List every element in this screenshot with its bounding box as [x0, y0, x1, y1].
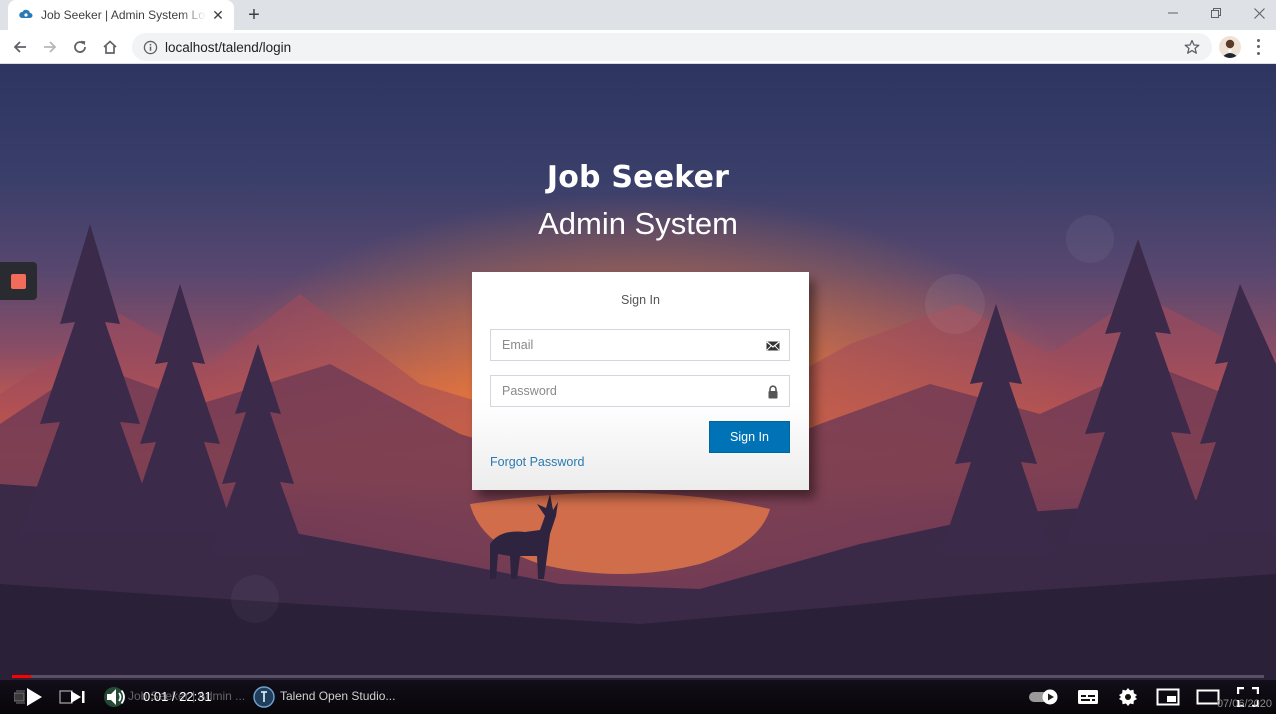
login-form: Sign In Sign In Forgot Password [472, 272, 809, 490]
restore-button[interactable] [1195, 0, 1237, 26]
login-page: Job Seeker Admin System Sign In Sign In … [0, 64, 1276, 714]
app-title: Job Seeker [546, 160, 730, 195]
avatar[interactable] [1219, 36, 1241, 58]
window-close-button[interactable] [1238, 0, 1276, 26]
app-subtitle: Admin System [538, 206, 738, 241]
window-close-icon [1253, 7, 1265, 19]
taskbar-date: 07/06/2020 [1216, 698, 1272, 710]
restore-icon [1211, 8, 1221, 18]
video-progress-bar[interactable] [12, 675, 1264, 678]
password-field[interactable] [491, 376, 789, 406]
play-icon [14, 688, 42, 706]
volume-button[interactable] [102, 686, 130, 708]
forward-button[interactable] [37, 34, 63, 60]
miniplayer-icon [1156, 688, 1180, 706]
tab-strip: Job Seeker | Admin System Log in ✕ + [0, 0, 1276, 30]
back-button[interactable] [7, 34, 33, 60]
minimize-icon [1168, 12, 1178, 14]
email-field[interactable] [491, 330, 789, 360]
gear-icon [1119, 688, 1137, 706]
password-field-wrapper [490, 375, 790, 407]
talend-app-icon [252, 686, 276, 708]
lock-icon [766, 385, 780, 399]
new-tab-button[interactable]: + [243, 4, 265, 26]
autoplay-toggle-icon [1029, 689, 1058, 705]
home-button[interactable] [97, 34, 123, 60]
info-icon[interactable] [142, 39, 158, 55]
reload-icon [74, 40, 86, 53]
arrow-right-icon [44, 41, 57, 53]
taskbar-item-browser[interactable]: Job Seeker | Admin ... [128, 689, 245, 703]
url-text: localhost/talend/login [165, 39, 292, 55]
cloud-favicon-icon [18, 7, 34, 23]
settings-button[interactable] [1116, 686, 1140, 708]
autoplay-toggle[interactable] [1028, 686, 1060, 708]
captions-icon [1078, 690, 1098, 704]
next-button[interactable] [58, 686, 88, 708]
minimize-button[interactable] [1152, 0, 1194, 26]
arrow-left-icon [13, 41, 26, 53]
kebab-menu-icon[interactable] [1252, 37, 1264, 57]
address-bar[interactable]: localhost/talend/login [132, 33, 1212, 61]
star-icon[interactable] [1184, 39, 1200, 55]
reload-button[interactable] [67, 34, 93, 60]
home-icon [103, 40, 117, 54]
form-heading: Sign In [621, 293, 660, 307]
video-progress-fill [12, 675, 31, 678]
forgot-password-link[interactable]: Forgot Password [490, 455, 584, 469]
record-stop-button[interactable] [0, 262, 37, 300]
taskbar-item-talend[interactable]: Talend Open Studio... [280, 689, 395, 703]
skip-next-icon [59, 690, 85, 704]
tab-title: Job Seeker | Admin System Log in [41, 8, 206, 22]
envelope-icon [766, 339, 780, 353]
miniplayer-button[interactable] [1155, 686, 1181, 708]
browser-toolbar: localhost/talend/login [0, 30, 1276, 64]
stop-icon [11, 273, 26, 289]
play-button[interactable] [14, 686, 44, 708]
browser-tab-active[interactable]: Job Seeker | Admin System Log in ✕ [8, 0, 234, 30]
email-field-wrapper [490, 329, 790, 361]
close-icon[interactable]: ✕ [210, 7, 226, 23]
plus-icon: + [248, 3, 260, 26]
sign-in-button[interactable]: Sign In [709, 421, 790, 453]
volume-icon [104, 687, 125, 707]
player-controls: 0:01 / 22:31 Job Seeker | Admin ... Tale… [0, 680, 1276, 714]
subtitles-button[interactable] [1076, 686, 1100, 708]
